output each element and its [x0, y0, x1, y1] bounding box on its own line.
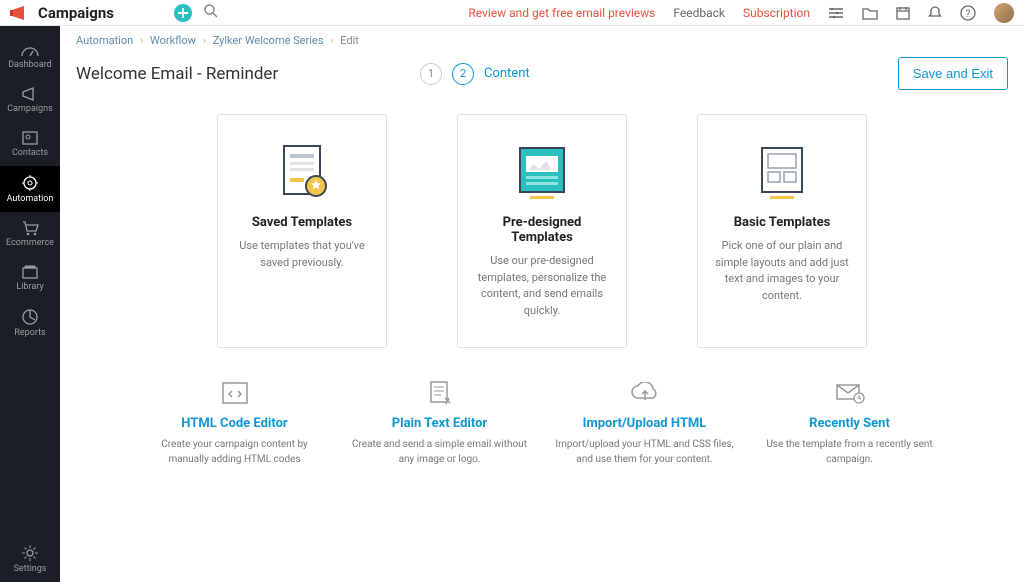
header-row: Welcome Email - Reminder 1 2 Content Sav… — [60, 53, 1024, 104]
brand-name: Campaigns — [38, 4, 114, 22]
review-link[interactable]: Review and get free email previews — [468, 6, 655, 20]
sidebar: Dashboard Campaigns Contacts Automation … — [0, 26, 60, 582]
sidebar-item-contacts[interactable]: Contacts — [0, 122, 60, 166]
recently-sent-icon — [760, 378, 940, 408]
card-desc: Use templates that you've saved previous… — [232, 238, 372, 271]
breadcrumb-current: Edit — [340, 34, 359, 47]
breadcrumb-link[interactable]: Zylker Welcome Series — [213, 34, 324, 47]
sidebar-label: Ecommerce — [6, 238, 54, 248]
options-row: HTML Code Editor Create your campaign co… — [60, 368, 1024, 487]
automation-icon — [21, 174, 39, 192]
template-cards-row: Saved Templates Use templates that you'v… — [60, 104, 1024, 368]
step-2[interactable]: 2 — [452, 63, 474, 85]
saved-templates-icon — [232, 137, 372, 207]
topbar-right: Review and get free email previews Feedb… — [468, 3, 1014, 23]
search-icon — [204, 4, 218, 18]
feedback-link[interactable]: Feedback — [673, 6, 725, 20]
card-desc: Pick one of our plain and simple layouts… — [712, 238, 852, 304]
breadcrumb-link[interactable]: Automation — [76, 34, 133, 47]
svg-text:?: ? — [966, 9, 971, 20]
card-saved-templates[interactable]: Saved Templates Use templates that you'v… — [217, 114, 387, 348]
bell-icon[interactable] — [928, 6, 942, 20]
option-desc: Use the template from a recently sent ca… — [760, 437, 940, 467]
step-2-label: Content — [484, 66, 530, 81]
topbar: Campaigns Review and get free email prev… — [0, 0, 1024, 26]
dashboard-icon — [20, 42, 40, 58]
sidebar-label: Contacts — [12, 148, 48, 158]
option-desc: Create your campaign content by manually… — [145, 437, 325, 467]
reports-icon — [21, 308, 39, 326]
brand-logo[interactable]: Campaigns — [10, 4, 114, 22]
gear-icon — [21, 544, 39, 562]
option-title: Import/Upload HTML — [555, 416, 735, 431]
main-content: Automation › Workflow › Zylker Welcome S… — [60, 26, 1024, 582]
avatar[interactable] — [994, 3, 1014, 23]
sidebar-label: Settings — [14, 564, 47, 574]
option-title: Plain Text Editor — [350, 416, 530, 431]
cloud-upload-icon — [555, 378, 735, 408]
card-basic-templates[interactable]: Basic Templates Pick one of our plain an… — [697, 114, 867, 348]
option-title: HTML Code Editor — [145, 416, 325, 431]
option-recently-sent[interactable]: Recently Sent Use the template from a re… — [760, 378, 940, 467]
wizard-steps: 1 2 Content — [420, 63, 530, 85]
option-import-html[interactable]: Import/Upload HTML Import/upload your HT… — [555, 378, 735, 467]
contacts-icon — [21, 130, 39, 146]
step-1[interactable]: 1 — [420, 63, 442, 85]
sidebar-item-automation[interactable]: Automation — [0, 166, 60, 212]
subscription-link[interactable]: Subscription — [743, 6, 810, 20]
card-desc: Use our pre-designed templates, personal… — [472, 253, 612, 319]
card-title: Basic Templates — [712, 215, 852, 230]
add-button[interactable] — [174, 4, 192, 22]
cart-icon — [21, 220, 39, 236]
sidebar-item-reports[interactable]: Reports — [0, 300, 60, 346]
sidebar-label: Dashboard — [8, 60, 52, 70]
card-predesigned-templates[interactable]: Pre-designed Templates Use our pre-desig… — [457, 114, 627, 348]
calendar-icon[interactable] — [896, 6, 910, 20]
sidebar-label: Automation — [7, 194, 54, 204]
option-desc: Create and send a simple email without a… — [350, 437, 530, 467]
sidebar-label: Library — [16, 282, 43, 292]
option-title: Recently Sent — [760, 416, 940, 431]
breadcrumb-link[interactable]: Workflow — [150, 34, 196, 47]
sidebar-item-campaigns[interactable]: Campaigns — [0, 78, 60, 122]
sidebar-item-dashboard[interactable]: Dashboard — [0, 34, 60, 78]
sidebar-item-ecommerce[interactable]: Ecommerce — [0, 212, 60, 256]
card-title: Saved Templates — [232, 215, 372, 230]
megaphone-icon — [10, 4, 32, 22]
save-and-exit-button[interactable]: Save and Exit — [898, 57, 1008, 90]
basic-templates-icon — [712, 137, 852, 207]
sidebar-item-settings[interactable]: Settings — [0, 536, 60, 582]
megaphone-icon — [21, 86, 39, 102]
search-button[interactable] — [204, 3, 218, 22]
folder-icon[interactable] — [862, 6, 878, 20]
sidebar-item-library[interactable]: Library — [0, 256, 60, 300]
activity-icon[interactable] — [828, 6, 844, 20]
library-icon — [21, 264, 39, 280]
option-plain-text[interactable]: Plain Text Editor Create and send a simp… — [350, 378, 530, 467]
option-desc: Import/upload your HTML and CSS files, a… — [555, 437, 735, 467]
plus-icon — [178, 8, 188, 18]
sidebar-label: Reports — [14, 328, 45, 338]
option-html-editor[interactable]: HTML Code Editor Create your campaign co… — [145, 378, 325, 467]
page-title: Welcome Email - Reminder — [76, 64, 278, 84]
code-editor-icon — [145, 378, 325, 408]
sidebar-label: Campaigns — [7, 104, 52, 114]
plain-text-icon — [350, 378, 530, 408]
help-icon[interactable]: ? — [960, 5, 976, 21]
card-title: Pre-designed Templates — [472, 215, 612, 245]
predesigned-templates-icon — [472, 137, 612, 207]
breadcrumb: Automation › Workflow › Zylker Welcome S… — [60, 26, 1024, 53]
